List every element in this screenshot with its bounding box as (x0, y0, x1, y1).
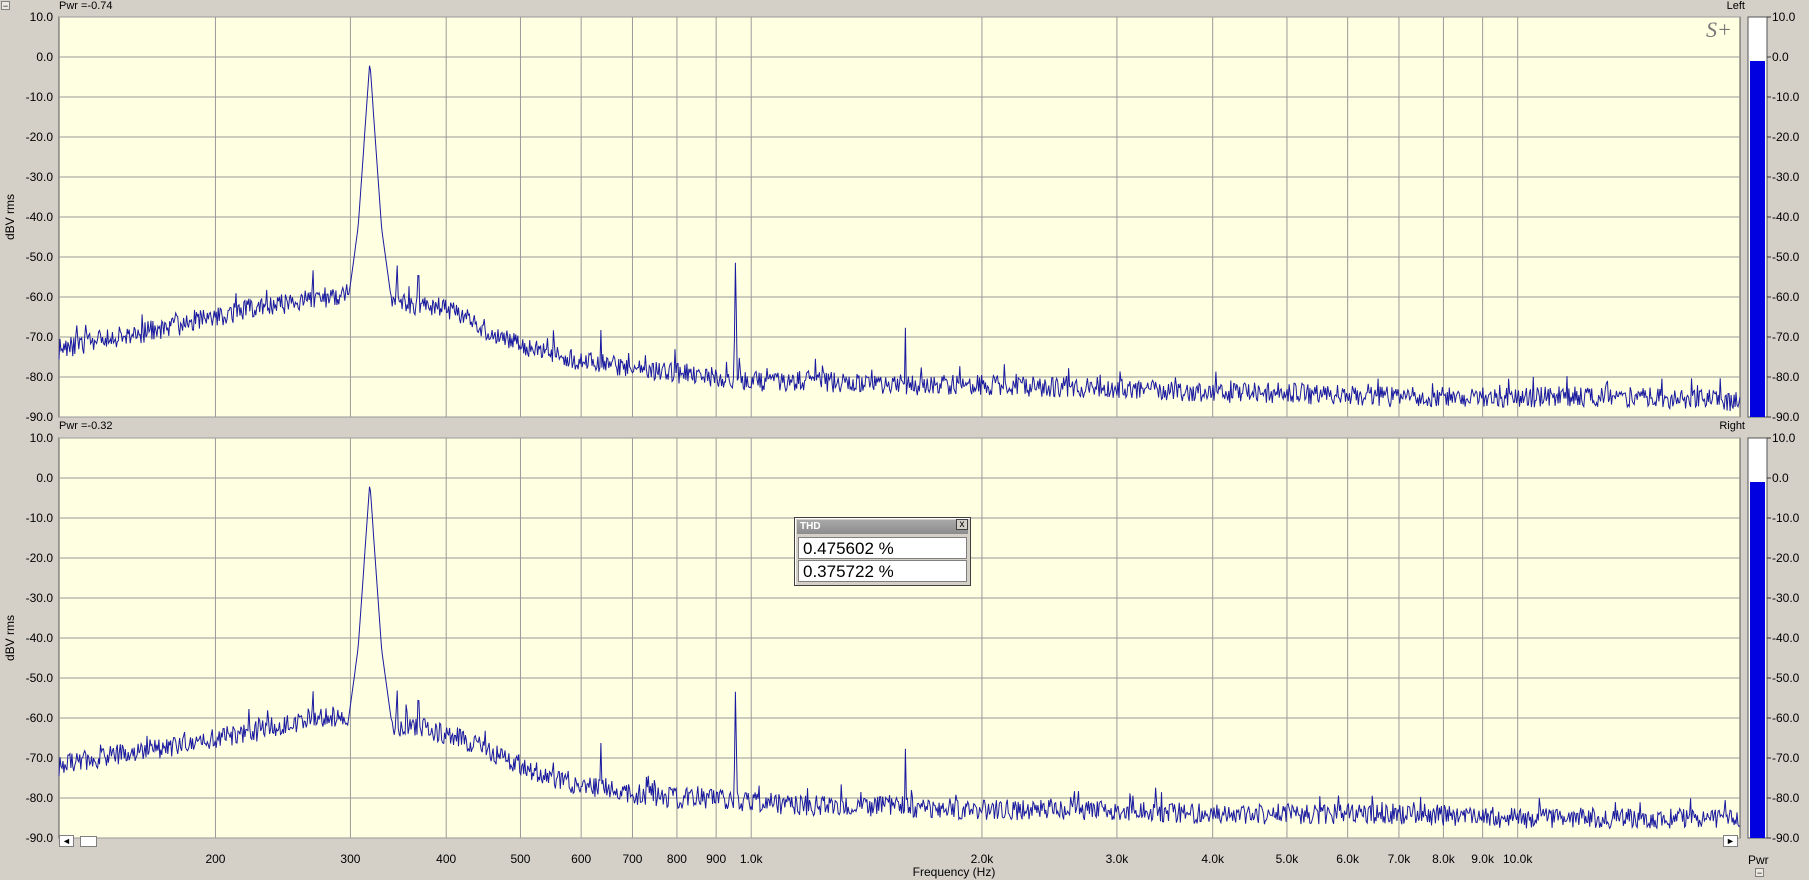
y-tick-label: -50.0 (26, 250, 54, 264)
level-meters: 10.0 0.0 -10.0 -20.0 -30.0 -40.0 -50.0 -60.0 -70… (1747, 10, 1800, 845)
meter-tick-label: 0.0 (1772, 471, 1789, 485)
x-tick-label: 600 (571, 852, 591, 866)
y-tick-label: -10.0 (26, 511, 54, 525)
meter-tick-label: 10.0 (1772, 10, 1796, 24)
x-tick-label: 700 (622, 852, 642, 866)
scroll-thumb[interactable] (80, 836, 97, 847)
meter-tick-label: -80.0 (1772, 370, 1800, 384)
logo-icon: S+ (1706, 17, 1732, 42)
meter-tick-label: -90.0 (1772, 410, 1800, 424)
meter-tick-label: -80.0 (1772, 791, 1800, 805)
x-tick-label: 500 (510, 852, 530, 866)
meter-tick-label: -10.0 (1772, 90, 1800, 104)
x-tick-label: 1.0k (740, 852, 764, 866)
x-tick-label: 5.0k (1276, 852, 1300, 866)
y-tick-label: -60.0 (26, 711, 54, 725)
y-axis-label: dBV rms (3, 615, 17, 661)
x-axis-label: Frequency (Hz) (913, 865, 996, 879)
meter-level-bar (1750, 482, 1765, 838)
scroll-right-button[interactable]: ► (1723, 835, 1738, 847)
y-tick-label: -60.0 (26, 290, 54, 304)
y-tick-label: -10.0 (26, 90, 54, 104)
y-tick-label: -20.0 (26, 551, 54, 565)
meter-tick-label: -40.0 (1772, 631, 1800, 645)
x-tick-label: 900 (706, 852, 726, 866)
left-channel-plot: 10.0 0.0 -10.0 -20.0 -30.0 -40.0 -50.0 -60.0 -70… (3, 10, 1741, 424)
x-tick-label: 8.0k (1432, 852, 1456, 866)
x-tick-label: 800 (667, 852, 687, 866)
y-tick-label: -50.0 (26, 671, 54, 685)
x-tick-label: 2.0k (971, 852, 995, 866)
meter-tick-label: -40.0 (1772, 210, 1800, 224)
x-tick-label: 7.0k (1388, 852, 1412, 866)
y-tick-label: -90.0 (26, 410, 54, 424)
thd-right-value: 0.375722 % (798, 560, 967, 582)
y-tick-label: -40.0 (26, 631, 54, 645)
meter-label: Pwr (1748, 853, 1769, 867)
y-tick-label: 10.0 (30, 10, 54, 24)
x-tick-label: 10.0k (1503, 852, 1533, 866)
x-tick-label: 200 (205, 852, 225, 866)
meter-tick-label: -20.0 (1772, 130, 1800, 144)
y-tick-label: -20.0 (26, 130, 54, 144)
y-axis-label: dBV rms (3, 194, 17, 240)
meter-tick-label: -50.0 (1772, 250, 1800, 264)
close-icon[interactable]: x (956, 519, 968, 530)
y-tick-label: -40.0 (26, 210, 54, 224)
x-tick-label: 6.0k (1336, 852, 1360, 866)
meter-tick-label: -70.0 (1772, 751, 1800, 765)
meter-tick-label: -30.0 (1772, 170, 1800, 184)
x-tick-label: 400 (436, 852, 456, 866)
thd-left-value: 0.475602 % (798, 537, 967, 559)
thd-title: THD (800, 521, 821, 532)
y-tick-label: 0.0 (36, 471, 53, 485)
y-tick-label: -30.0 (26, 591, 54, 605)
y-tick-label: -70.0 (26, 751, 54, 765)
meter-tick-label: 10.0 (1772, 431, 1796, 445)
y-tick-label: -30.0 (26, 170, 54, 184)
x-tick-label: 3.0k (1106, 852, 1130, 866)
meter-tick-label: -60.0 (1772, 711, 1800, 725)
x-tick-label: 300 (340, 852, 360, 866)
meter-tick-label: 0.0 (1772, 50, 1789, 64)
y-tick-label: -70.0 (26, 330, 54, 344)
meter-tick-label: -60.0 (1772, 290, 1800, 304)
y-tick-label: -90.0 (26, 831, 54, 845)
y-tick-label: -80.0 (26, 791, 54, 805)
meter-tick-label: -90.0 (1772, 831, 1800, 845)
meter-level-bar (1750, 61, 1765, 417)
right-channel-plot: 10.0 0.0 -10.0 -20.0 -30.0 -40.0 -50.0 -60.0 -70… (3, 431, 1741, 845)
thd-popup[interactable]: THD x 0.475602 % 0.375722 % (794, 517, 971, 586)
meter-tick-label: -70.0 (1772, 330, 1800, 344)
x-tick-label: 9.0k (1471, 852, 1495, 866)
meter-tick-label: -30.0 (1772, 591, 1800, 605)
thd-title-bar[interactable]: THD (797, 520, 968, 534)
y-tick-label: 0.0 (36, 50, 53, 64)
x-tick-label: 4.0k (1201, 852, 1225, 866)
meter-tick-label: -50.0 (1772, 671, 1800, 685)
spectrum-chart: 10.0 0.0 -10.0 -20.0 -30.0 -40.0 -50.0 -60.0 -70… (3, 10, 1800, 879)
meter-tick-label: -20.0 (1772, 551, 1800, 565)
meter-tick-label: -10.0 (1772, 511, 1800, 525)
frequency-axis: 200 300 400 500 600 700 800 900 1.0k 2.0k 3.0k 4.0k… (205, 852, 1533, 879)
y-tick-label: 10.0 (30, 431, 54, 445)
y-tick-label: -80.0 (26, 370, 54, 384)
scroll-left-button[interactable]: ◄ (59, 835, 74, 847)
